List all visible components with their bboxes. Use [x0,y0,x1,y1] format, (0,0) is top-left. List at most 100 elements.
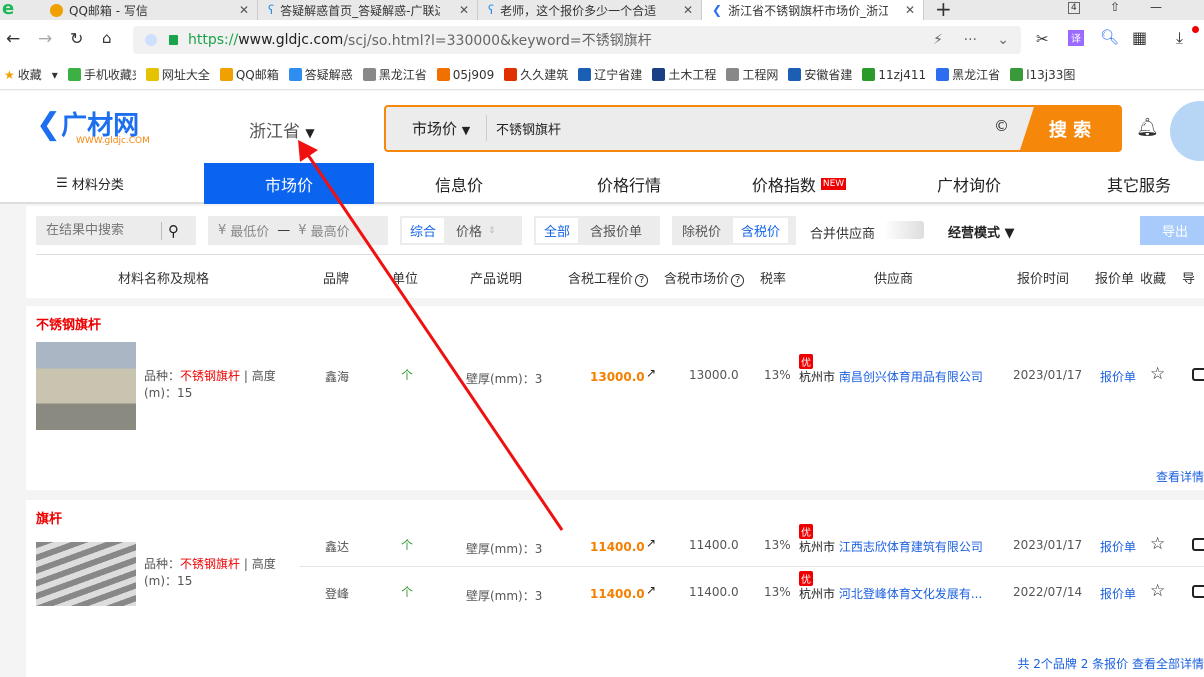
quote-link[interactable]: 报价单 [1100,585,1136,602]
quote-link[interactable]: 报价单 [1100,368,1136,385]
trend-icon[interactable]: ↗ [646,536,656,550]
merge-supplier-toggle[interactable] [884,221,924,239]
help-icon[interactable]: ? [635,274,649,287]
site-logo[interactable]: ❮广材网 WWW.gldjc.COM [36,105,150,146]
search-icon[interactable]: ⚲ [161,221,179,240]
col-favorite: 收藏 [1140,272,1167,287]
result-search-input[interactable] [36,223,161,238]
bookmark-item[interactable]: 黑龙江省 [936,66,1000,83]
supplier-link[interactable]: 江西志欣体育建筑有限公司 [839,540,983,554]
lightning-icon[interactable]: ⚡ [933,32,943,48]
bookmark-item[interactable]: 黑龙江省 [362,66,427,83]
help-icon[interactable]: ? [731,274,745,287]
bookmark-item[interactable]: 工程网 [726,66,778,83]
site-icon [652,68,666,81]
apps-icon[interactable]: ▦ [1132,28,1147,47]
tab-count-badge[interactable]: 4 [1068,2,1080,14]
supplier-link[interactable]: 南昌创兴体育用品有限公司 [839,370,983,384]
table-row: 登峰 个 壁厚(mm)：3 11400.0 ↗ 11400.0 13% 优杭州市… [26,565,1204,609]
download-icon[interactable]: ⤓ [1176,28,1183,48]
nav-price-trend[interactable]: 价格行情 [544,163,714,204]
site-icon [788,68,802,81]
bookmark-item[interactable]: 久久建筑 [504,66,568,83]
bookmark-item[interactable]: 辽宁省建 [578,66,642,83]
url-input[interactable]: https://www.gldjc.com/scj/so.html?l=3300… [133,26,1021,54]
bookmark-item[interactable]: QQ邮箱 [219,66,279,83]
copyright-icon[interactable]: © [994,117,1009,135]
supplier: 优杭州市 江西志欣体育建筑有限公司 [799,524,983,555]
bookmark-item[interactable]: 11zj411 [862,68,926,82]
chevron-down-icon[interactable]: ⌄ [997,32,1009,48]
bookmark-item[interactable]: 手机收藏夹 [67,66,136,83]
tax-included[interactable]: 含税价 [733,218,789,243]
search-icon[interactable]: 🔍︎ [1100,28,1119,46]
nav-price-index[interactable]: 价格指数 NEW [714,163,884,204]
tax-excluded[interactable]: 除税价 [674,218,729,243]
scope-all[interactable]: 全部 [536,218,579,243]
close-icon[interactable]: ✕ [239,3,249,17]
nav-info-price[interactable]: 信息价 [374,163,544,204]
supplier-link[interactable]: 河北登峰体育文化发展有... [839,587,982,601]
caret-down-icon[interactable]: ▾ [52,68,58,82]
guide-checkbox[interactable] [1192,585,1204,598]
tab-question[interactable]: ʕ 老师，这个报价多少一个合适 ✕ [478,0,702,20]
scissors-icon[interactable]: ✂ [1036,30,1049,48]
leaf-icon [862,68,876,81]
region-selector[interactable]: 浙江省 ▼ [249,117,315,142]
search-input[interactable] [496,115,966,141]
sort-price[interactable]: 价格 ⇕ [448,218,504,243]
category-menu[interactable]: ☰ 材料分类 [40,163,140,204]
bookmark-item[interactable]: ★ 收藏 [4,66,42,83]
star-icon[interactable]: ☆ [1150,364,1165,384]
sort-comprehensive[interactable]: 综合 [402,218,445,243]
min-price-input[interactable]: 最低价 [230,221,269,240]
quote-link[interactable]: 报价单 [1100,538,1136,555]
tab-qqmail[interactable]: QQ邮箱 - 写信 ✕ [40,0,258,20]
nav-other-services[interactable]: 其它服务 [1054,163,1204,204]
star-icon[interactable]: ☆ [1150,581,1165,601]
unit: 个 [401,585,414,599]
bookmark-item[interactable]: 05j909 [436,68,494,82]
close-icon[interactable]: ✕ [683,3,693,17]
view-details-link[interactable]: 共 2个品牌 2 条报价 查看全部详情 [1017,655,1204,672]
business-mode-select[interactable]: 经营模式 ▼ [948,222,1015,241]
reload-icon[interactable]: ↻ [70,29,83,48]
avatar[interactable] [1170,101,1204,161]
export-button[interactable]: 导出 [1140,216,1204,245]
forward-icon[interactable]: → [38,29,52,49]
back-icon[interactable]: ← [6,29,20,49]
translate-icon[interactable]: 译 [1068,30,1084,46]
search-button[interactable]: 搜 索 [1020,107,1120,150]
view-details-link[interactable]: 查看详情 [1156,468,1204,485]
home-icon[interactable]: ⌂ [102,29,112,47]
trend-icon[interactable]: ↗ [646,583,656,597]
col-quote-date: 报价时间 [1017,272,1070,287]
more-icon[interactable]: ··· [964,32,977,48]
star-icon[interactable]: ☆ [1150,534,1165,554]
group-title[interactable]: 不锈钢旗杆 [36,314,101,333]
minimize-icon[interactable]: — [1150,0,1162,14]
bookmark-item[interactable]: 答疑解惑 [288,66,353,83]
guide-checkbox[interactable] [1192,368,1204,381]
tab-dayi[interactable]: ʕ 答疑解惑首页_答疑解惑-广联达 ✕ [258,0,478,20]
restore-icon[interactable]: ⇧ [1110,0,1120,14]
close-icon[interactable]: ✕ [459,3,469,17]
guide-checkbox[interactable] [1192,538,1204,551]
close-icon[interactable]: ✕ [905,3,915,17]
bookmark-item[interactable]: 土木工程 [652,66,716,83]
max-price-input[interactable]: 最高价 [311,221,350,240]
site-info-icon[interactable] [145,34,157,46]
search-type-select[interactable]: 市场价 ▼ [412,118,470,139]
scope-with-quote[interactable]: 含报价单 [582,218,650,243]
bookmark-item[interactable]: 安徽省建 [788,66,852,83]
bookmark-item[interactable]: l13j33图 [1010,66,1075,83]
bookmark-item[interactable]: 网址大全 [145,66,210,83]
nav-inquiry[interactable]: 广材询价 [884,163,1054,204]
tab-gldjc[interactable]: ❮ 浙江省不锈钢旗杆市场价_浙江 ✕ [702,0,924,20]
trend-icon[interactable]: ↗ [646,366,656,380]
new-tab-button[interactable]: + [935,0,952,21]
nav-market-price[interactable]: 市场价 [204,163,374,204]
bell-icon[interactable]: 🔔︎ [1136,117,1159,138]
description: 壁厚(mm)：3 [466,542,543,556]
plus-circle-icon [145,68,159,81]
